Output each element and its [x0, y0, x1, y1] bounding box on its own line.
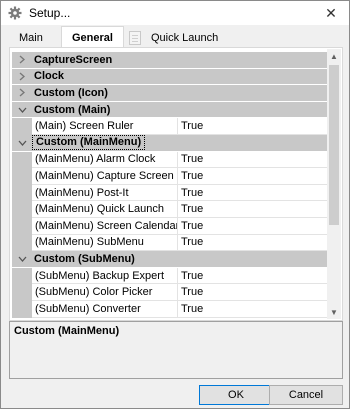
tab-general-label: General	[72, 31, 113, 44]
grid-gutter	[12, 168, 32, 185]
grid-gutter	[12, 118, 32, 135]
grid-category-label: CaptureScreen	[34, 53, 113, 66]
chevron-right-icon[interactable]	[12, 88, 32, 97]
grid-property-row[interactable]: (MainMenu) SubMenu True	[12, 234, 328, 252]
grid-property-value[interactable]: True	[178, 235, 328, 252]
cancel-button[interactable]: Cancel	[269, 385, 343, 405]
grid-property-name: (MainMenu) SubMenu	[32, 234, 178, 252]
grid-property-row[interactable]: (MainMenu) Screen Calendar True	[12, 217, 328, 235]
description-pane: Custom (MainMenu)	[9, 321, 343, 379]
grid-property-row[interactable]: (MainMenu) Capture Screen True	[12, 168, 328, 185]
grid-category[interactable]: CaptureScreen	[12, 52, 328, 69]
grid-property-name: (MainMenu) Screen Calendar	[32, 217, 178, 235]
grid-property-value[interactable]: True	[178, 301, 328, 318]
grid-property-name: (MainMenu) Post-It	[32, 184, 178, 202]
grid-gutter	[12, 284, 32, 301]
grid-category[interactable]: Custom (SubMenu)	[12, 251, 328, 268]
grid-gutter	[12, 201, 32, 218]
grid-property-name: (MainMenu) Quick Launch	[32, 201, 178, 218]
grid-category[interactable]: Clock	[12, 68, 328, 86]
tab-strip: Main General Quick Launch	[1, 25, 349, 48]
tab-main-label: Main	[19, 31, 43, 44]
grid-property-value[interactable]: True	[178, 268, 328, 285]
grid-property-name: (MainMenu) Capture Screen	[32, 168, 178, 185]
chevron-right-icon[interactable]	[12, 55, 32, 64]
grid-gutter	[12, 184, 32, 202]
grid-gutter	[12, 300, 32, 318]
grid-property-row[interactable]: (MainMenu) Alarm Clock True	[12, 151, 328, 169]
chevron-right-icon[interactable]	[12, 72, 32, 81]
chevron-down-icon[interactable]	[12, 140, 32, 146]
title-bar: Setup... ✕	[1, 1, 349, 25]
grid-category[interactable]: Custom (MainMenu)	[12, 134, 328, 152]
scrollbar-thumb[interactable]	[329, 65, 339, 225]
scroll-down-arrow-icon[interactable]: ▼	[327, 305, 341, 319]
grid-property-row[interactable]: (SubMenu) Backup Expert True	[12, 267, 328, 285]
grid-gutter	[12, 234, 32, 252]
property-grid-panel: CaptureScreen Clock Custom (Icon) Custom (M…	[9, 47, 343, 321]
grid-property-value[interactable]: True	[178, 118, 328, 135]
grid-property-name: (Main) Screen Ruler	[32, 118, 178, 135]
grid-property-name: (SubMenu) Color Picker	[32, 284, 178, 301]
vertical-scrollbar[interactable]: ▲ ▼	[327, 49, 341, 319]
tab-general[interactable]: General	[61, 26, 124, 48]
grid-property-name: (SubMenu) Converter	[32, 300, 178, 318]
grid-property-value[interactable]: True	[178, 168, 328, 185]
tab-main[interactable]: Main	[11, 28, 51, 47]
grid-property-row[interactable]: (MainMenu) Quick Launch True	[12, 201, 328, 218]
grid-category-label: Custom (Main)	[34, 103, 111, 116]
grid-property-row[interactable]: (MainMenu) Post-It True	[12, 184, 328, 202]
scroll-up-arrow-icon[interactable]: ▲	[327, 49, 341, 63]
grid-property-name: (MainMenu) Alarm Clock	[32, 151, 178, 169]
document-icon	[129, 30, 141, 45]
grid-category-label: Clock	[34, 70, 64, 83]
grid-gutter	[12, 151, 32, 169]
tab-quick-launch-label: Quick Launch	[151, 31, 219, 44]
grid-category[interactable]: Custom (Icon)	[12, 85, 328, 102]
grid-category-label: Custom (Icon)	[34, 86, 108, 99]
close-button[interactable]: ✕	[313, 1, 349, 25]
gear-icon	[7, 5, 23, 21]
grid-property-row[interactable]: (SubMenu) Color Picker True	[12, 284, 328, 301]
grid-category-label: Custom (MainMenu)	[32, 135, 146, 151]
setup-window: Setup... ✕ Main General Quick Launch Cap…	[0, 0, 350, 409]
grid-property-value[interactable]: True	[178, 185, 328, 202]
grid-gutter	[12, 217, 32, 235]
grid-property-name: (SubMenu) Backup Expert	[32, 267, 178, 285]
grid-category-label: Custom (SubMenu)	[34, 252, 135, 265]
grid-property-value[interactable]: True	[178, 218, 328, 235]
grid-property-row[interactable]: (SubMenu) Converter True	[12, 300, 328, 318]
chevron-down-icon[interactable]	[12, 107, 32, 113]
grid-property-value[interactable]: True	[178, 201, 328, 218]
property-grid: CaptureScreen Clock Custom (Icon) Custom (M…	[12, 52, 328, 318]
chevron-down-icon[interactable]	[12, 256, 32, 262]
tab-quick-launch[interactable]: Quick Launch	[121, 28, 226, 47]
ok-button[interactable]: OK	[199, 385, 273, 405]
description-title: Custom (MainMenu)	[14, 325, 120, 337]
grid-category[interactable]: Custom (Main)	[12, 101, 328, 119]
grid-property-value[interactable]: True	[178, 152, 328, 169]
grid-gutter	[12, 267, 32, 285]
window-title: Setup...	[29, 6, 71, 20]
grid-property-value[interactable]: True	[178, 284, 328, 301]
grid-property-row[interactable]: (Main) Screen Ruler True	[12, 118, 328, 135]
